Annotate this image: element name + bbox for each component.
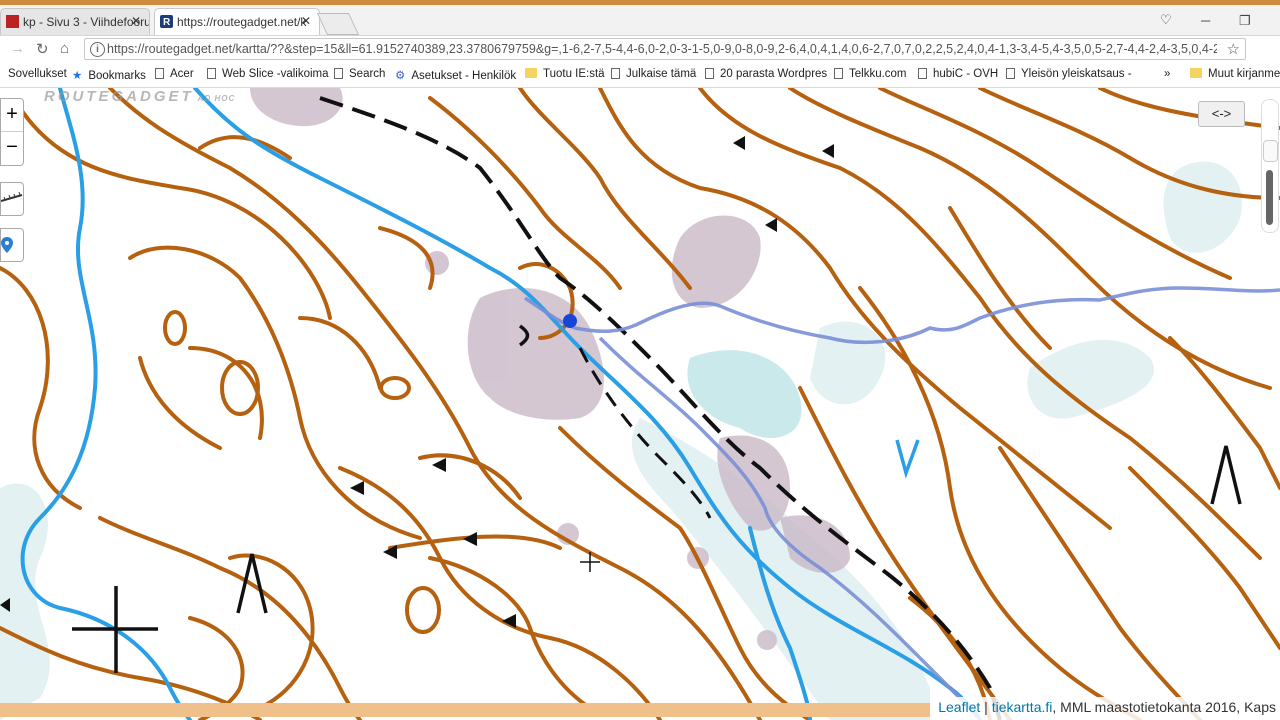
location-pin-icon [1,237,13,253]
zoom-slider[interactable] [1261,99,1279,233]
gear-icon: ⚙ [395,70,406,82]
runner-position-marker[interactable] [563,314,577,328]
page-icon [1006,68,1015,79]
address-bar[interactable]: i https://routegadget.net/kartta/??&step… [84,38,1246,60]
minimize-icon[interactable]: ─ [1201,13,1210,28]
folder-icon [1190,68,1202,78]
routegadget-logo: ROUTEGADGET AD HOC [44,88,236,105]
page-icon [918,68,927,79]
bookmark-item[interactable]: Acer [155,68,194,80]
bookmark-item[interactable]: ★ Bookmarks [72,68,146,82]
ruler-icon [1,191,23,202]
close-tab-icon[interactable]: ✕ [131,14,141,28]
bookmark-item[interactable]: Telkku.com [834,68,907,80]
measure-tool-button[interactable] [0,182,24,216]
other-bookmarks-folder[interactable]: Muut kirjanmer [1190,68,1280,80]
bookmark-item[interactable]: Julkaise tämä [611,68,696,80]
page-icon [705,68,714,79]
zoom-out-button[interactable]: − [1,132,23,164]
more-bookmarks-icon[interactable]: » [1164,68,1170,80]
folder-icon [525,68,537,78]
page-icon [155,68,164,79]
bookmark-item[interactable]: Search [334,68,385,80]
routegadget-favicon-icon: R [160,15,173,28]
map-attribution: Leaflet | tiekartta.fi, MML maastotietok… [932,697,1280,720]
zoom-in-button[interactable]: + [1,99,23,132]
zoom-slider-track [1266,170,1273,225]
map-canvas[interactable] [0,88,1280,720]
bookmark-item[interactable]: ⚙ Asetukset - Henkilök [395,68,516,82]
bookmark-item[interactable]: 20 parasta Wordpres [705,68,827,80]
bookmarks-bar: Sovellukset ★ Bookmarks Acer Web Slice -v… [0,62,1280,88]
new-tab-button[interactable] [316,13,360,35]
locate-button[interactable] [0,228,24,262]
tab-strip: kp - Sivu 3 - Viihdefoorumi ✕ R https://… [0,5,1280,36]
tab-viihdefoorumi[interactable]: kp - Sivu 3 - Viihdefoorumi ✕ [0,8,150,35]
star-icon: ★ [72,70,83,82]
orienteering-map[interactable]: ROUTEGADGET AD HOC + − <-> Leaflet | tiek… [0,88,1280,720]
close-tab-icon[interactable]: ✕ [301,14,311,28]
bookmark-item[interactable]: Tuotu IE:stä [525,68,605,80]
bookmark-star-icon[interactable]: ☆ [1227,40,1240,58]
forum-favicon-icon [6,15,19,28]
bookmark-item[interactable]: Sovellukset [8,68,67,80]
restore-icon[interactable]: ❐ [1239,13,1251,29]
page-icon [834,68,843,79]
svg-text:R: R [163,17,171,28]
page-icon [611,68,620,79]
bookmark-item[interactable]: Yleisön yleiskatsaus - [1006,68,1132,80]
page-icon [207,68,216,79]
info-icon[interactable]: i [90,42,105,57]
water-symbol [895,439,920,479]
bookmark-item[interactable]: Web Slice -valikoima [207,68,329,80]
tab-routegadget[interactable]: R https://routegadget.net/k ✕ [154,8,320,35]
reload-icon[interactable]: ↻ [36,40,49,58]
profile-icon[interactable]: ♡ [1160,12,1172,28]
swap-panel-button[interactable]: <-> [1198,101,1245,127]
map-bottom-strip [0,703,930,717]
browser-toolbar: → ↻ ⌂ i https://routegadget.net/kartta/?… [0,36,1280,89]
tab-title: https://routegadget.net/k [177,15,307,29]
home-icon[interactable]: ⌂ [60,40,69,57]
zoom-control: + − [0,98,24,166]
page-icon [334,68,343,79]
forward-icon[interactable]: → [10,40,25,57]
zoom-slider-handle[interactable] [1263,140,1278,162]
leaflet-link[interactable]: Leaflet [938,699,980,715]
bookmark-item[interactable]: hubiC - OVH [918,68,998,80]
tiekartta-link[interactable]: tiekartta.fi [992,699,1053,715]
url-text: https://routegadget.net/kartta/??&step=1… [107,42,1217,56]
dashed-track [319,96,1002,720]
